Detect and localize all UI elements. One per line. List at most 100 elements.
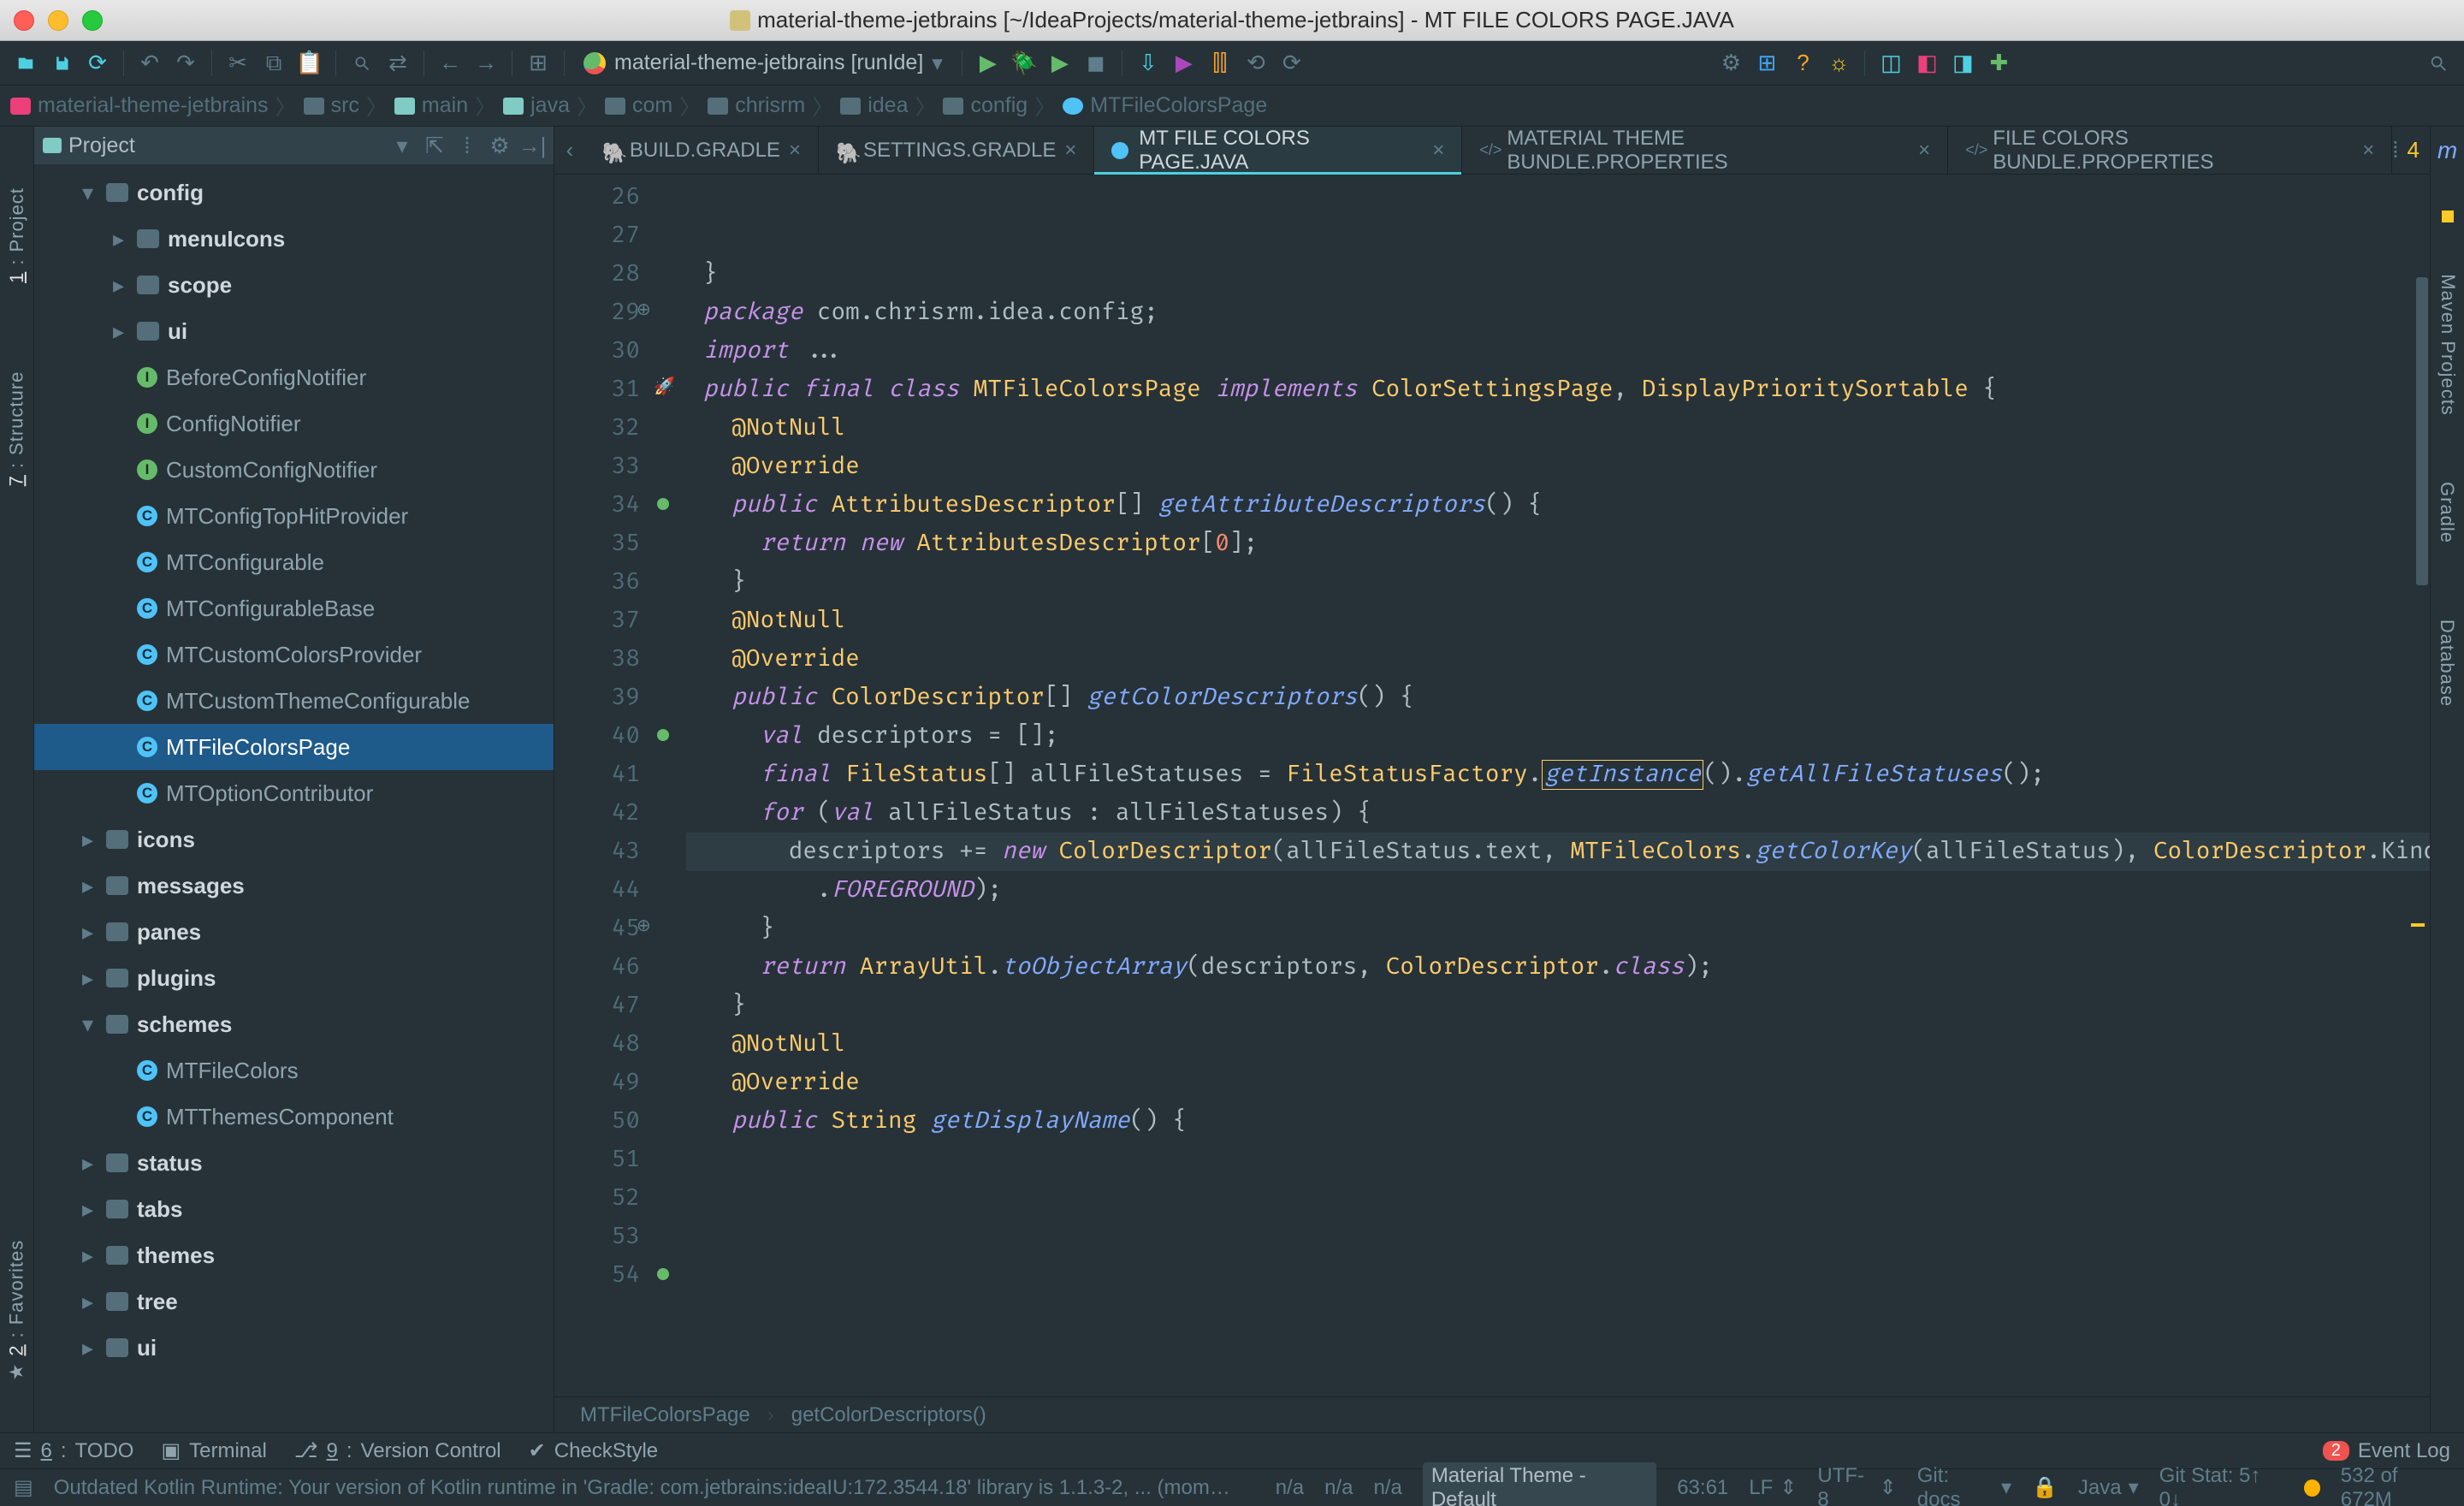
options-icon[interactable]: ⁞ <box>454 133 480 158</box>
close-tab-icon[interactable]: × <box>1918 139 1930 163</box>
plugin-icon[interactable]: ✚ <box>1983 48 2014 79</box>
tree-item[interactable]: ui <box>34 308 554 354</box>
open-icon[interactable] <box>10 48 41 79</box>
coverage-icon[interactable]: ▶ <box>1045 48 1075 79</box>
code-line[interactable]: } <box>703 255 2413 293</box>
breadcrumb-segment[interactable]: config <box>943 93 1028 118</box>
sync-icon[interactable]: ⟳ <box>82 48 113 79</box>
tree-item[interactable]: scope <box>34 262 554 308</box>
editor-tab[interactable]: 🐘BUILD.GRADLE× <box>585 127 819 174</box>
tree-item[interactable]: MTConfigurable <box>34 539 554 585</box>
maven-tool-button[interactable]: Maven Projects <box>2437 274 2459 416</box>
collapse-icon[interactable]: ⇱ <box>422 133 447 158</box>
code-line[interactable]: for (val allFileStatus : allFileStatuses… <box>703 794 2413 833</box>
tree-item[interactable]: MTConfigurableBase <box>34 585 554 631</box>
project-tool-button[interactable]: 1: Project <box>6 187 28 283</box>
code-line[interactable]: @Override <box>703 1064 2413 1102</box>
event-log-button[interactable]: 2 Event Log <box>2323 1439 2450 1463</box>
tree-item[interactable]: tree <box>34 1278 554 1325</box>
attach-icon[interactable]: ⇩ <box>1133 48 1164 79</box>
run-icon[interactable]: ▶ <box>973 48 1004 79</box>
close-window-button[interactable] <box>14 10 34 31</box>
tree-item[interactable]: tabs <box>34 1186 554 1232</box>
code-line[interactable]: } <box>703 910 2413 948</box>
tree-item[interactable]: config <box>34 169 554 216</box>
code-line[interactable]: final FileStatus[] allFileStatuses = Fil… <box>703 756 2413 794</box>
vertical-scrollbar[interactable] <box>2414 175 2430 1396</box>
maven-icon[interactable]: m <box>2437 137 2457 164</box>
breadcrumb-segment[interactable]: src <box>304 93 359 118</box>
hide-icon[interactable]: →| <box>519 133 545 158</box>
fold-icon[interactable]: ⊕ <box>637 915 651 937</box>
breadcrumb-segment[interactable]: idea <box>840 93 908 118</box>
trace-icon[interactable]: ⫿⫿ <box>1205 48 1235 79</box>
code-line[interactable]: public final class MTFileColorsPage impl… <box>703 371 2413 409</box>
history-icon[interactable]: ⟲ <box>1241 48 1271 79</box>
tree-item[interactable]: MTOptionContributor <box>34 770 554 816</box>
chevron-down-icon[interactable]: ▾ <box>389 133 415 158</box>
fold-icon[interactable]: ⊕ <box>637 299 651 321</box>
cut-icon[interactable]: ✂ <box>222 48 253 79</box>
copy-icon[interactable]: ⧉ <box>258 48 289 79</box>
close-tab-icon[interactable]: × <box>2362 139 2374 163</box>
editor-tab[interactable]: </>MATERIAL THEME BUNDLE.PROPERTIES× <box>1462 127 1948 174</box>
tree-item[interactable]: MTFileColors <box>34 1047 554 1094</box>
maximize-window-button[interactable] <box>82 10 103 31</box>
close-tab-icon[interactable]: × <box>1064 139 1076 163</box>
tabs-menu-icon[interactable]: ⁞ <box>2392 137 2398 163</box>
project-tree[interactable]: configmenuIconsscopeuiBeforeConfigNotifi… <box>34 164 554 1432</box>
code-line[interactable]: import ... <box>703 332 2413 371</box>
settings-gear-icon[interactable]: ⚙ <box>1715 48 1746 79</box>
database-tool-button[interactable]: Database <box>2437 620 2459 707</box>
code-content[interactable]: }package com.chrisrm.idea.config;import … <box>686 175 2430 1396</box>
terminal-tool-button[interactable]: ▣ Terminal <box>161 1438 266 1463</box>
tree-item[interactable]: icons <box>34 816 554 863</box>
stop-icon[interactable]: ◼ <box>1081 48 1111 79</box>
lock-icon[interactable]: 🔒 <box>2032 1475 2058 1500</box>
sun-icon[interactable]: ☼ <box>1823 48 1854 79</box>
vcs-tool-button[interactable]: ⎇ 9: Version Control <box>294 1438 501 1463</box>
code-line[interactable]: .FOREGROUND); <box>703 871 2413 910</box>
replace-icon[interactable]: ⇄ <box>382 48 413 79</box>
code-line[interactable]: public AttributesDescriptor[] getAttribu… <box>703 486 2413 525</box>
override-gutter-icon[interactable] <box>657 1268 669 1280</box>
tree-item[interactable]: status <box>34 1140 554 1186</box>
gradle-tool-button[interactable]: Gradle <box>2437 482 2459 543</box>
todo-tool-button[interactable]: ☰ 6: TODO <box>14 1438 133 1463</box>
tree-item[interactable]: MTThemesComponent <box>34 1094 554 1140</box>
tree-item[interactable]: MTCustomColorsProvider <box>34 631 554 678</box>
code-line[interactable]: @NotNull <box>703 602 2413 640</box>
editor-tab[interactable]: </>FILE COLORS BUNDLE.PROPERTIES× <box>1948 127 2392 174</box>
code-editor[interactable]: 2627282930313233343536373839404142434445… <box>554 175 2430 1396</box>
line-ending[interactable]: LF ⇕ <box>1749 1475 1797 1500</box>
tree-item[interactable]: plugins <box>34 955 554 1001</box>
tree-item[interactable]: ui <box>34 1325 554 1371</box>
profiler-icon[interactable]: ▶ <box>1169 48 1199 79</box>
breadcrumb-segment[interactable]: main <box>394 93 468 118</box>
minimize-window-button[interactable] <box>48 10 68 31</box>
breadcrumb-segment[interactable]: com <box>605 93 672 118</box>
tree-item[interactable]: MTConfigTopHitProvider <box>34 493 554 539</box>
code-line[interactable]: return new AttributesDescriptor[0]; <box>703 525 2413 563</box>
close-tab-icon[interactable]: × <box>1432 139 1444 163</box>
debug-icon[interactable]: 🪲 <box>1009 48 1040 79</box>
git-stat[interactable]: Git Stat: 5↑ 0↓ <box>2159 1464 2283 1506</box>
paste-icon[interactable]: 📋 <box>294 48 325 79</box>
code-line[interactable]: descriptors += new ColorDescriptor(allFi… <box>703 833 2413 871</box>
code-line[interactable]: @NotNull <box>703 409 2413 448</box>
settings-icon[interactable]: ⚙ <box>487 133 512 158</box>
code-line[interactable]: @Override <box>703 448 2413 486</box>
search-everywhere-icon[interactable] <box>2423 48 2454 79</box>
structure-tool-button[interactable]: 7: Structure <box>6 371 28 487</box>
breadcrumb-segment[interactable]: MTFileColorsPage <box>1063 93 1267 118</box>
editor-tab[interactable]: 🐘SETTINGS.GRADLE× <box>819 127 1094 174</box>
override-gutter-icon[interactable] <box>657 498 669 510</box>
favorites-tool-button[interactable]: ★ 2: Favorites <box>6 1240 28 1381</box>
code-line[interactable]: package com.chrisrm.idea.config; <box>703 293 2413 332</box>
language-indicator[interactable]: Java ▾ <box>2078 1475 2139 1500</box>
grid-icon-2[interactable]: ⊞ <box>1751 48 1782 79</box>
tree-item[interactable]: menuIcons <box>34 216 554 262</box>
breadcrumb-segment[interactable]: material-theme-jetbrains <box>10 93 269 118</box>
memory-indicator[interactable]: 532 of 672M <box>2341 1464 2450 1506</box>
status-theme[interactable]: Material Theme - Default <box>1423 1462 1656 1506</box>
